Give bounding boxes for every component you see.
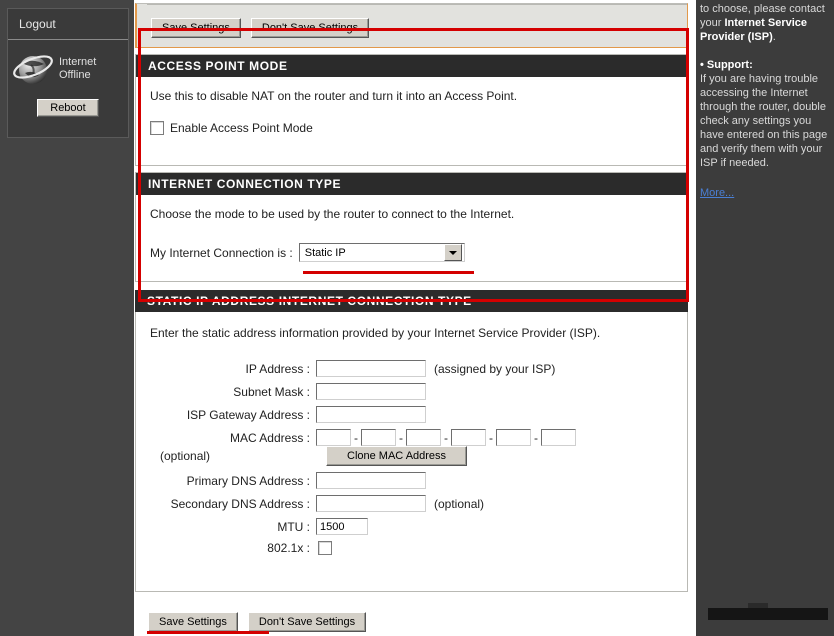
internet-connection-type-heading: INTERNET CONNECTION TYPE <box>136 173 687 195</box>
router-admin-page: Logout Internet Offline Reboot Save Sett… <box>0 0 834 636</box>
mac-separator-3: - <box>444 430 448 445</box>
mtu-input[interactable] <box>316 518 368 535</box>
connection-type-label: My Internet Connection is : <box>150 245 293 260</box>
connection-type-row: My Internet Connection is : Static IP <box>150 243 673 262</box>
mac-octet-3[interactable] <box>406 429 441 446</box>
bottom-buttons: Save Settings Don't Save Settings <box>148 612 367 632</box>
help-para1-post: . <box>772 31 776 43</box>
static-ip-heading: STATIC IP ADDRESS INTERNET CONNECTION TY… <box>135 290 688 312</box>
left-sidebar: Logout Internet Offline Reboot <box>0 0 134 636</box>
isp-gateway-row: ISP Gateway Address : <box>150 406 673 423</box>
mac-octet-1[interactable] <box>316 429 351 446</box>
clone-mac-row: (optional) Clone MAC Address <box>150 446 673 466</box>
logout-button[interactable]: Logout <box>8 9 128 40</box>
secondary-dns-hint: (optional) <box>434 496 485 511</box>
top-divider <box>147 4 687 5</box>
static-ip-description: Enter the static address information pro… <box>150 326 601 340</box>
dont-save-settings-button-bottom[interactable]: Don't Save Settings <box>247 612 367 632</box>
subnet-mask-row: Subnet Mask : <box>150 383 673 400</box>
access-point-description: Use this to disable NAT on the router an… <box>150 89 518 103</box>
isp-gateway-input[interactable] <box>316 406 426 423</box>
subnet-mask-label: Subnet Mask : <box>233 384 310 399</box>
enable-access-point-label: Enable Access Point Mode <box>170 121 313 135</box>
connection-type-selected-value: Static IP <box>304 246 346 259</box>
help-support-bullet: • Support: <box>700 59 753 71</box>
save-button-highlight-underline <box>147 631 269 634</box>
mac-separator-2: - <box>399 430 403 445</box>
reboot-button-wrap: Reboot <box>8 98 128 117</box>
enable-access-point-row[interactable]: Enable Access Point Mode <box>150 121 673 135</box>
subnet-mask-input[interactable] <box>316 383 426 400</box>
primary-dns-row: Primary DNS Address : <box>150 472 673 489</box>
mac-octet-6[interactable] <box>541 429 576 446</box>
dot1x-checkbox[interactable] <box>318 541 332 555</box>
mac-octet-5[interactable] <box>496 429 531 446</box>
reboot-button[interactable]: Reboot <box>37 99 99 117</box>
access-point-mode-body: Use this to disable NAT on the router an… <box>136 77 687 145</box>
globe-icon <box>12 49 56 89</box>
ip-address-input[interactable] <box>316 360 426 377</box>
mac-address-label: MAC Address : <box>229 430 310 445</box>
mac-address-row: MAC Address : - - - - - <box>150 429 673 446</box>
static-ip-panel: STATIC IP ADDRESS INTERNET CONNECTION TY… <box>135 290 688 592</box>
internet-status-block: Internet Offline <box>8 40 128 89</box>
primary-dns-label: Primary DNS Address : <box>186 473 310 488</box>
help-more-link[interactable]: More... <box>700 186 734 200</box>
mac-optional-label: (optional) <box>160 449 211 463</box>
mtu-label: MTU : <box>277 519 310 534</box>
static-ip-body: Enter the static address information pro… <box>135 312 688 592</box>
access-point-mode-heading: ACCESS POINT MODE <box>136 55 687 77</box>
connection-type-select[interactable]: Static IP <box>298 243 465 262</box>
secondary-dns-label: Secondary DNS Address : <box>170 496 310 511</box>
top-buttons: Save Settings Don't Save Settings <box>151 18 370 38</box>
dont-save-settings-button-top[interactable]: Don't Save Settings <box>250 18 370 38</box>
help-support-text: If you are having trouble accessing the … <box>700 73 828 169</box>
secondary-dns-row: Secondary DNS Address : (optional) <box>150 495 673 512</box>
internet-connection-type-panel: INTERNET CONNECTION TYPE Choose the mode… <box>135 172 688 282</box>
mac-octet-2[interactable] <box>361 429 396 446</box>
redaction-bar <box>708 608 828 620</box>
mac-separator-5: - <box>534 430 538 445</box>
main-content: Save Settings Don't Save Settings ACCESS… <box>134 0 696 636</box>
ip-address-row: IP Address : (assigned by your ISP) <box>150 360 673 377</box>
primary-dns-input[interactable] <box>316 472 426 489</box>
ip-address-label: IP Address : <box>245 361 310 376</box>
save-settings-button-bottom[interactable]: Save Settings <box>148 612 238 632</box>
top-action-bar: Save Settings Don't Save Settings <box>135 3 688 48</box>
help-sidebar: to choose, please contact your Internet … <box>696 0 834 636</box>
mac-octet-group: - - - - - <box>316 429 576 446</box>
connection-type-select-wrap: Static IP <box>298 243 465 262</box>
dot1x-label: 802.1x : <box>267 541 310 555</box>
sidebar-status-card: Logout Internet Offline Reboot <box>7 8 129 138</box>
mac-separator-4: - <box>489 430 493 445</box>
dropdown-highlight-underline <box>303 271 474 274</box>
logout-label: Logout <box>19 17 56 31</box>
save-settings-button-top[interactable]: Save Settings <box>151 18 241 38</box>
chevron-down-icon[interactable] <box>443 244 462 261</box>
internet-status-text: Internet Offline <box>56 56 96 82</box>
ip-address-hint: (assigned by your ISP) <box>434 361 556 376</box>
status-line-1: Internet <box>59 56 97 68</box>
internet-connection-type-body: Choose the mode to be used by the router… <box>136 195 687 272</box>
mac-octet-4[interactable] <box>451 429 486 446</box>
mac-separator-1: - <box>354 430 358 445</box>
secondary-dns-input[interactable] <box>316 495 426 512</box>
isp-gateway-label: ISP Gateway Address : <box>186 407 310 422</box>
help-paragraph-1: to choose, please contact your Internet … <box>700 2 829 44</box>
connection-type-description: Choose the mode to be used by the router… <box>150 207 515 221</box>
access-point-mode-panel: ACCESS POINT MODE Use this to disable NA… <box>135 54 688 166</box>
status-line-2: Offline <box>59 69 91 81</box>
clone-mac-address-button[interactable]: Clone MAC Address <box>326 446 468 466</box>
dot1x-row: 802.1x : <box>150 541 673 555</box>
enable-access-point-checkbox[interactable] <box>150 121 164 135</box>
mtu-row: MTU : <box>150 518 673 535</box>
